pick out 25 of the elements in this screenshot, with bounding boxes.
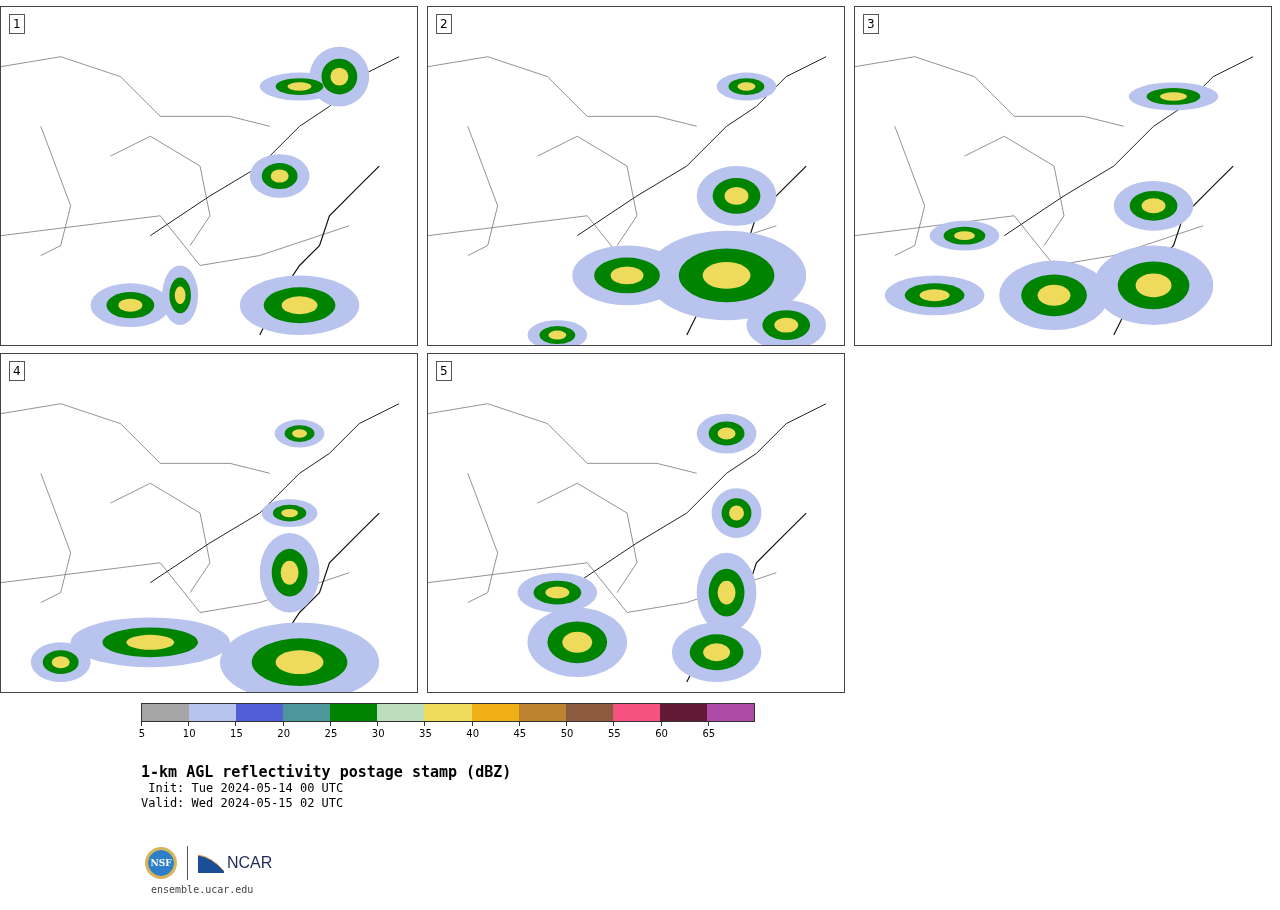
swoosh-icon xyxy=(198,853,224,873)
panel-number: 5 xyxy=(436,361,452,381)
tick-label: 35 xyxy=(418,728,433,739)
seal-logo: NSF xyxy=(145,847,177,879)
tick-label: 65 xyxy=(701,728,717,739)
tick-label: 60 xyxy=(654,728,669,739)
tick-label: 20 xyxy=(276,728,292,739)
tick-label: 55 xyxy=(606,728,622,739)
init-time: Init: Tue 2024-05-14 00 UTC xyxy=(147,781,345,796)
site-url: ensemble.ucar.edu xyxy=(151,884,255,895)
chart-title: 1-km AGL reflectivity postage stamp (dBZ) xyxy=(141,763,513,781)
tick-label: 45 xyxy=(512,728,528,739)
tick-label: 10 xyxy=(181,728,197,739)
brand-logo: NCAR xyxy=(227,854,273,872)
tick-label: 5 xyxy=(137,728,147,739)
tick-label: 25 xyxy=(323,728,339,739)
panel-number: 3 xyxy=(863,14,879,34)
tick-label: 50 xyxy=(559,728,575,739)
panel-number: 2 xyxy=(436,14,452,34)
panel-number: 1 xyxy=(9,14,25,34)
tick-label: 15 xyxy=(229,728,244,739)
panel-number: 4 xyxy=(9,361,25,381)
valid-time: Valid: Wed 2024-05-15 02 UTC xyxy=(141,796,345,811)
tick-label: 40 xyxy=(465,728,480,739)
tick-label: 30 xyxy=(370,728,386,739)
